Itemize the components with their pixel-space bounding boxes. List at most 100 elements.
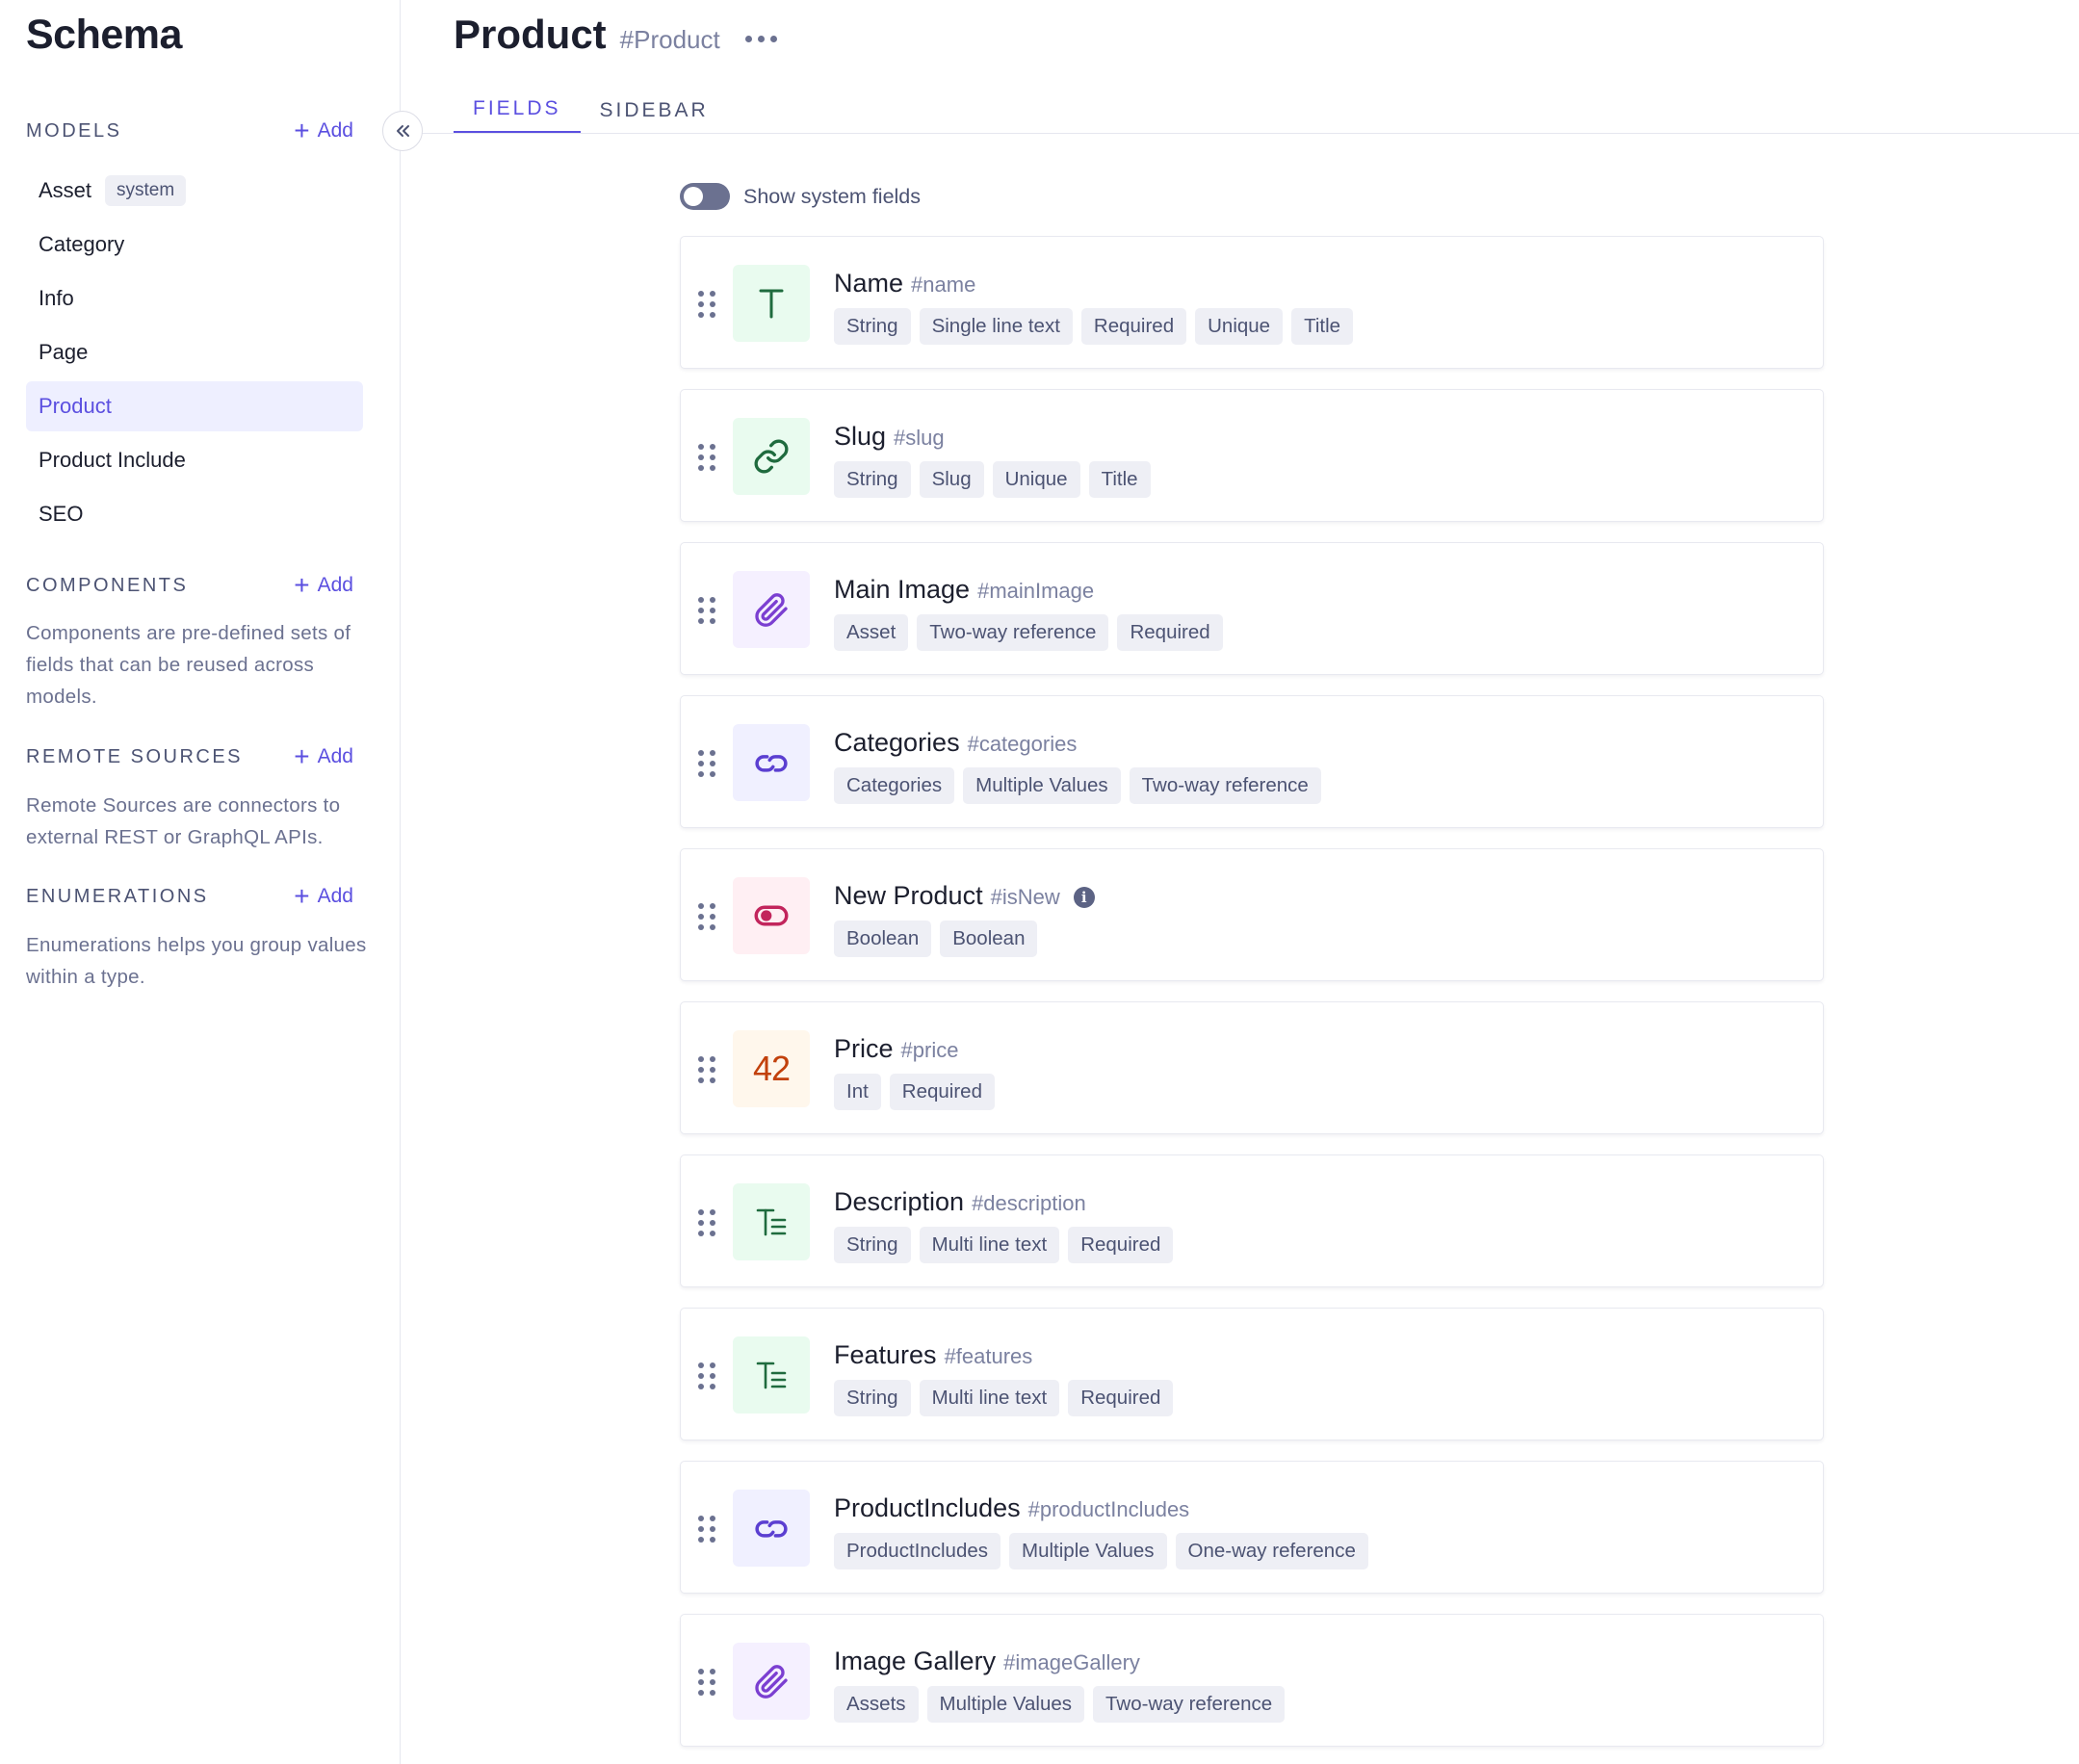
field-api-id: #description <box>972 1191 1086 1215</box>
model-tabs: FIELDS SIDEBAR <box>454 87 728 134</box>
plus-icon: + <box>294 741 310 771</box>
sidebar-item-asset[interactable]: Asset system <box>26 166 363 216</box>
drag-handle-icon[interactable] <box>698 291 715 318</box>
sidebar-item-page[interactable]: Page <box>26 327 363 377</box>
sidebar-item-product-include[interactable]: Product Include <box>26 435 363 485</box>
field-chip: Title <box>1088 461 1151 498</box>
field-info: Name #name String Single line text Requi… <box>834 269 1354 345</box>
model-list: Asset system Category Info Page Product … <box>26 166 363 543</box>
multiline-text-icon <box>733 1336 810 1414</box>
field-card-product-includes[interactable]: ProductIncludes #productIncludes Product… <box>680 1461 1824 1594</box>
field-chip: Required <box>1117 614 1223 651</box>
page-title: Product <box>454 12 607 57</box>
remote-sources-heading: REMOTE SOURCES <box>26 745 244 767</box>
field-card-price[interactable]: 42 Price #price Int Required <box>680 1001 1824 1134</box>
field-chip: Multi line text <box>919 1380 1060 1416</box>
field-card-new-product[interactable]: New Product #isNew i Boolean Boolean <box>680 848 1824 981</box>
field-info: Description #description String Multi li… <box>834 1187 1174 1263</box>
drag-handle-icon[interactable] <box>698 903 715 930</box>
sidebar-item-category[interactable]: Category <box>26 220 363 270</box>
field-info: Categories #categories Categories Multip… <box>834 728 1321 804</box>
drag-handle-icon[interactable] <box>698 750 715 777</box>
field-chip: Unique <box>992 461 1080 498</box>
plus-icon: + <box>294 881 310 911</box>
plus-icon: + <box>294 570 310 600</box>
field-api-id: #categories <box>967 732 1078 756</box>
sidebar-item-label: SEO <box>39 502 84 526</box>
tab-fields[interactable]: FIELDS <box>454 87 581 134</box>
field-chip: Two-way reference <box>917 614 1109 651</box>
field-name: ProductIncludes <box>834 1493 1021 1522</box>
field-card-categories[interactable]: Categories #categories Categories Multip… <box>680 695 1824 828</box>
field-chip: Categories <box>834 767 955 804</box>
more-options-icon[interactable] <box>744 36 777 42</box>
drag-handle-icon[interactable] <box>698 1362 715 1389</box>
models-section-header: MODELS + Add <box>26 116 353 146</box>
show-system-fields-row: Show system fields <box>680 183 921 210</box>
paperclip-icon <box>733 1643 810 1720</box>
field-chip: Slug <box>919 461 984 498</box>
field-chip: Multi line text <box>919 1227 1060 1263</box>
info-icon[interactable]: i <box>1073 887 1095 908</box>
field-card-description[interactable]: Description #description String Multi li… <box>680 1154 1824 1287</box>
field-card-slug[interactable]: Slug #slug String Slug Unique Title <box>680 389 1824 522</box>
add-remote-source-label: Add <box>317 745 353 767</box>
add-model-button[interactable]: + Add <box>294 117 353 144</box>
field-chip: Title <box>1291 308 1354 345</box>
field-card-features[interactable]: Features #features String Multi line tex… <box>680 1308 1824 1440</box>
field-chip: Boolean <box>834 921 932 957</box>
field-name: Main Image <box>834 575 971 604</box>
text-icon <box>733 265 810 342</box>
field-card-name[interactable]: Name #name String Single line text Requi… <box>680 236 1824 369</box>
field-name: Image Gallery <box>834 1647 997 1675</box>
drag-handle-icon[interactable] <box>698 1209 715 1236</box>
field-chip: String <box>834 1380 911 1416</box>
field-api-id: #imageGallery <box>1003 1650 1140 1674</box>
field-chip: Multiple Values <box>963 767 1121 804</box>
field-info: Slug #slug String Slug Unique Title <box>834 422 1151 498</box>
field-info: Price #price Int Required <box>834 1034 995 1110</box>
number-icon: 42 <box>733 1030 810 1107</box>
field-card-image-gallery[interactable]: Image Gallery #imageGallery Assets Multi… <box>680 1614 1824 1747</box>
double-chevron-left-icon <box>397 125 409 137</box>
show-system-fields-label: Show system fields <box>743 184 922 208</box>
field-info: New Product #isNew i Boolean Boolean <box>834 881 1095 957</box>
add-enumeration-label: Add <box>317 885 353 907</box>
drag-handle-icon[interactable] <box>698 597 715 624</box>
system-badge: system <box>105 175 187 206</box>
components-description: Components are pre-defined sets of field… <box>26 622 351 708</box>
sidebar-item-seo[interactable]: SEO <box>26 489 363 539</box>
field-chips: Categories Multiple Values Two-way refer… <box>834 767 1321 804</box>
sidebar-item-label: Page <box>39 340 89 364</box>
add-component-button[interactable]: + Add <box>294 572 353 599</box>
add-model-label: Add <box>317 119 353 142</box>
field-api-id: #price <box>900 1038 959 1062</box>
field-api-id: #productIncludes <box>1027 1497 1190 1521</box>
field-chip: String <box>834 1227 911 1263</box>
field-chips: Int Required <box>834 1074 995 1110</box>
sidebar-item-product[interactable]: Product <box>26 381 363 431</box>
drag-handle-icon[interactable] <box>698 1516 715 1543</box>
tab-sidebar[interactable]: SIDEBAR <box>581 87 728 134</box>
components-section-header: COMPONENTS + Add <box>26 570 353 601</box>
field-info: ProductIncludes #productIncludes Product… <box>834 1493 1368 1569</box>
field-chip: Assets <box>834 1686 919 1723</box>
tabs-divider <box>401 133 2079 134</box>
drag-handle-icon[interactable] <box>698 444 715 471</box>
field-chips: String Multi line text Required <box>834 1227 1174 1263</box>
field-chip: Required <box>889 1074 995 1110</box>
show-system-fields-toggle[interactable] <box>680 183 730 210</box>
link-icon <box>733 418 810 495</box>
schema-sidebar: Schema MODELS + Add Asset system Category… <box>0 0 401 1764</box>
add-remote-source-button[interactable]: + Add <box>294 743 353 770</box>
field-chip: Int <box>834 1074 881 1110</box>
add-enumeration-button[interactable]: + Add <box>294 883 353 910</box>
sidebar-item-info[interactable]: Info <box>26 273 363 324</box>
field-chip: Two-way reference <box>1093 1686 1286 1723</box>
drag-handle-icon[interactable] <box>698 1056 715 1083</box>
drag-handle-icon[interactable] <box>698 1669 715 1696</box>
field-chip: Required <box>1068 1380 1174 1416</box>
field-name: Features <box>834 1340 937 1369</box>
field-card-main-image[interactable]: Main Image #mainImage Asset Two-way refe… <box>680 542 1824 675</box>
collapse-sidebar-button[interactable] <box>382 111 423 151</box>
